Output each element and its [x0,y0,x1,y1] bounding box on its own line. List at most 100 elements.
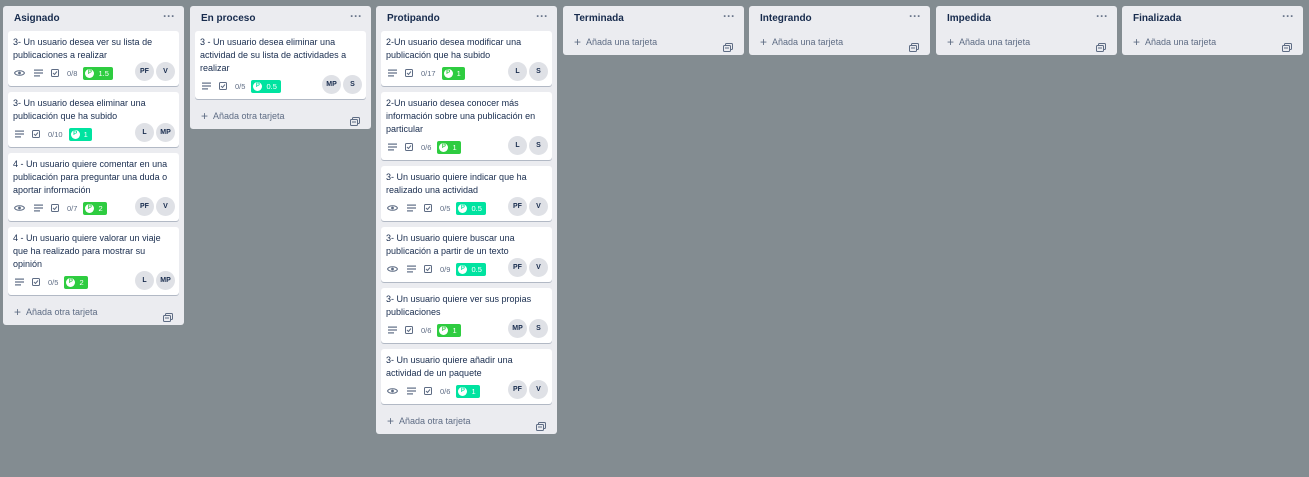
card[interactable]: 3- Un usuario quiere buscar una publicac… [381,227,552,282]
add-card-row: + Añada una tarjeta [754,31,925,55]
add-card-button[interactable]: + Añada una tarjeta [574,36,657,48]
avatar[interactable]: PF [508,380,527,399]
avatar[interactable]: S [529,62,548,81]
card[interactable]: 3- Un usuario desea ver su lista de publ… [8,31,179,86]
card-template-icon[interactable] [723,39,733,57]
eye-icon [386,264,398,274]
list-header[interactable]: Integrando ··· [754,6,925,31]
card[interactable]: 4 - Un usuario quiere valorar un viaje q… [8,227,179,295]
points-icon: P [85,203,95,213]
card-members: LS [506,62,548,81]
checklist-icon [51,204,63,212]
avatar[interactable]: MP [156,271,175,290]
description-icon [386,68,398,78]
points-icon: P [439,142,449,152]
points-icon: P [70,129,80,139]
card-template-icon[interactable] [536,418,546,436]
more-options-icon[interactable]: ··· [1282,9,1294,23]
card-title: 3- Un usuario quiere ver sus propias pub… [386,294,532,317]
checklist-count: 0/6 [440,386,451,396]
card[interactable]: 3 - Un usuario desea eliminar una activi… [195,31,366,99]
avatar[interactable]: PF [508,197,527,216]
card-members: PF V [133,62,175,81]
list-integrando: Integrando ··· + Añada una tarjeta [749,6,930,55]
description-icon [386,142,398,152]
list-title[interactable]: Integrando [760,13,812,24]
points-icon: P [443,68,453,78]
add-card-button[interactable]: + Añada una tarjeta [760,36,843,48]
avatar[interactable]: V [529,258,548,277]
add-card-button[interactable]: + Añada una tarjeta [947,36,1031,48]
points-value: 2 [98,203,103,213]
card[interactable]: 3- Un usuario desea eliminar una publica… [8,92,179,147]
plus-icon: + [1133,34,1141,49]
avatar[interactable]: V [156,197,175,216]
card-template-icon[interactable] [350,113,360,131]
avatar[interactable]: S [529,136,548,155]
more-options-icon[interactable]: ··· [350,9,362,23]
add-card-button[interactable]: + Añada una tarjeta [1133,34,1216,49]
add-card-row: + Añada una tarjeta [941,31,1112,55]
card[interactable]: 2-Un usuario desea modificar una publica… [381,31,552,86]
avatar[interactable]: MP [156,123,175,142]
avatar[interactable]: L [508,136,527,155]
add-card-label: Añada otra tarjeta [213,111,285,121]
checklist-badge: 0/5 [424,204,450,213]
more-options-icon[interactable]: ··· [723,9,735,23]
list-title[interactable]: Asignado [14,13,60,24]
description-icon [386,325,398,335]
add-card-button[interactable]: + Añada otra tarjeta [387,415,471,427]
points-badge: P1 [441,66,465,80]
avatar[interactable]: MP [322,75,341,94]
avatar[interactable]: PF [508,258,527,277]
avatar[interactable]: PF [135,197,154,216]
list-title[interactable]: Protipando [387,13,440,24]
checklist-badge: 0/6 [405,143,431,152]
avatar[interactable]: S [529,319,548,338]
more-options-icon[interactable]: ··· [909,9,921,23]
list-header[interactable]: En proceso ··· [195,6,366,31]
more-options-icon[interactable]: ··· [1096,9,1108,23]
card-template-icon[interactable] [163,309,173,327]
points-value: 1 [471,386,476,396]
card[interactable]: 4 - Un usuario quiere comentar en una pu… [8,153,179,221]
card[interactable]: 3- Un usuario quiere añadir una activida… [381,349,552,404]
list-title[interactable]: Terminada [574,13,624,24]
avatar[interactable]: V [529,197,548,216]
avatar[interactable]: L [508,62,527,81]
card-template-icon[interactable] [909,39,919,57]
list-header[interactable]: Asignado ··· [8,6,179,31]
card[interactable]: 3- Un usuario quiere indicar que ha real… [381,166,552,221]
avatar[interactable]: PF [135,62,154,81]
list-header[interactable]: Protipando ··· [381,6,552,31]
list-header[interactable]: Finalizada ··· [1127,6,1298,31]
points-value: 0.5 [266,81,277,91]
more-options-icon[interactable]: ··· [163,9,175,23]
more-options-icon[interactable]: ··· [536,9,548,23]
card-title: 4 - Un usuario quiere valorar un viaje q… [13,233,161,269]
avatar[interactable]: S [343,75,362,94]
add-card-button[interactable]: + Añada otra tarjeta [14,306,98,318]
card-template-icon[interactable] [1282,39,1292,57]
avatar[interactable]: V [156,62,175,81]
avatar[interactable]: L [135,123,154,142]
card[interactable]: 2-Un usuario desea conocer más informaci… [381,92,552,160]
list-header[interactable]: Terminada ··· [568,6,739,31]
avatar[interactable]: L [135,271,154,290]
list-title[interactable]: Impedida [947,13,991,24]
add-card-button[interactable]: + Añada otra tarjeta [201,110,285,122]
add-card-label: Añada una tarjeta [959,37,1031,47]
list-protipando: Protipando ··· 2-Un usuario desea modifica… [376,6,557,434]
card-members: MP S [320,75,362,94]
list-asignado: Asignado ··· 3- Un usuario desea ver su li… [3,6,184,325]
points-value: 1 [83,129,88,139]
card[interactable]: 3- Un usuario quiere ver sus propias pub… [381,288,552,343]
points-badge: P2 [64,275,88,289]
avatar[interactable]: V [529,380,548,399]
list-header[interactable]: Impedida ··· [941,6,1112,31]
card-template-icon[interactable] [1096,39,1106,57]
list-title[interactable]: En proceso [201,13,255,24]
list-title[interactable]: Finalizada [1133,13,1181,24]
checklist-icon [51,69,63,77]
avatar[interactable]: MP [508,319,527,338]
